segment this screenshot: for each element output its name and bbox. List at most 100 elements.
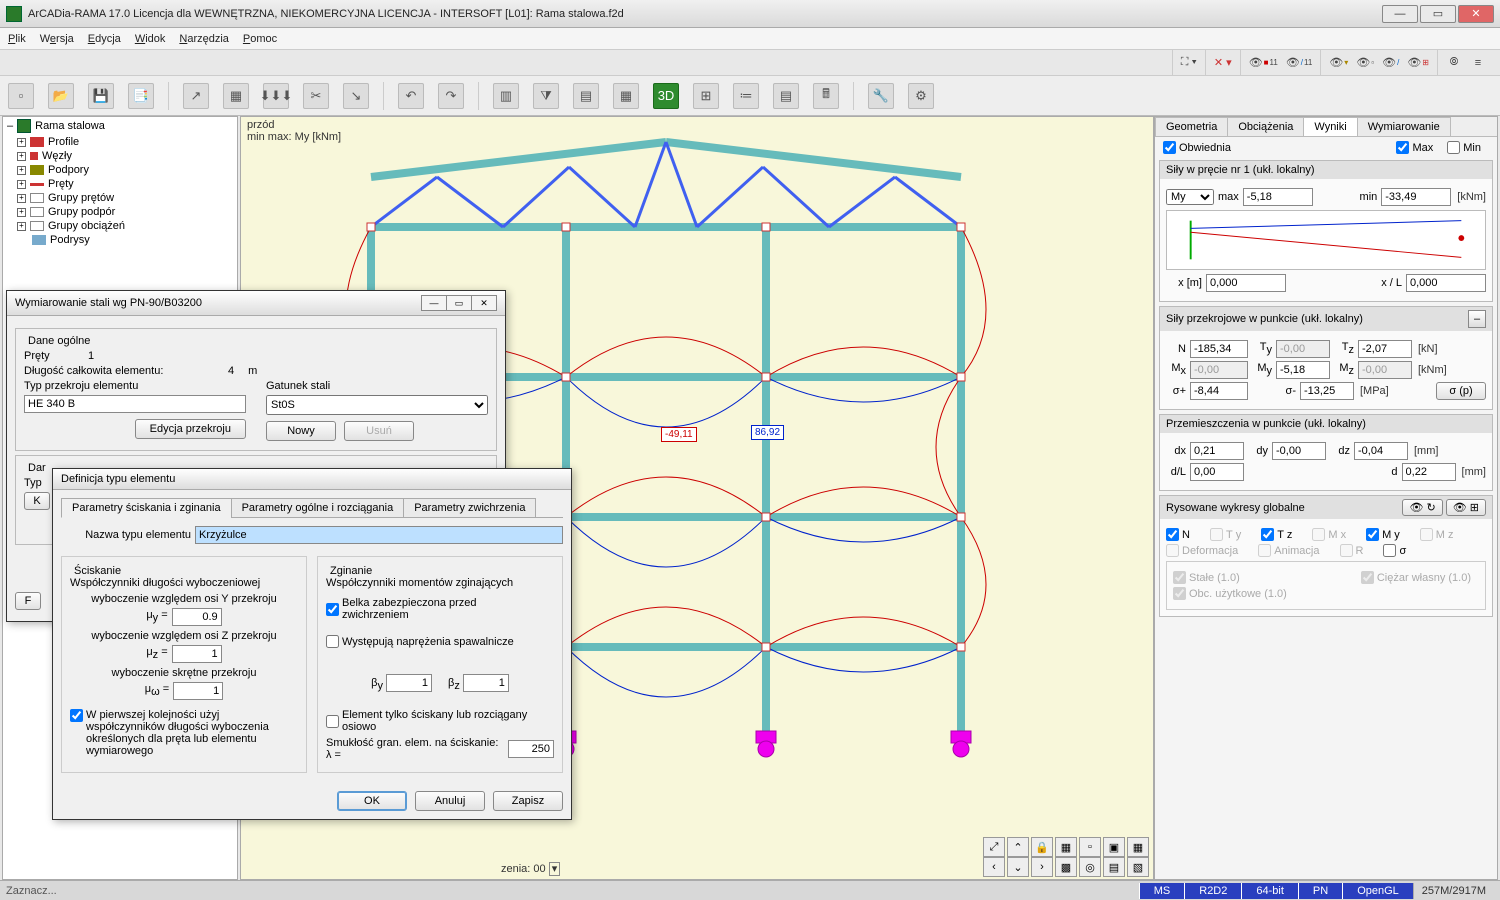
nav-right-icon[interactable]: › — [1031, 857, 1053, 877]
steel-grade-select[interactable]: St0S — [266, 395, 488, 415]
force-select[interactable]: My — [1166, 189, 1214, 205]
filter-icon[interactable]: ⧩ — [533, 83, 559, 109]
matrix-icon[interactable]: ⊞ — [693, 83, 719, 109]
grid-icon[interactable]: ▥ — [493, 83, 519, 109]
dtab-2[interactable]: Parametry ogólne i rozciągania — [231, 498, 405, 518]
align-icon[interactable]: ≔ — [733, 83, 759, 109]
cut-icon[interactable]: ✂ — [303, 83, 329, 109]
close-button[interactable]: ✕ — [1458, 5, 1494, 23]
menu-wersja[interactable]: Wersja — [40, 33, 74, 45]
dtab-3[interactable]: Parametry zwichrzenia — [403, 498, 536, 518]
menu-pomoc[interactable]: Pomoc — [243, 33, 277, 45]
max-check[interactable]: Max — [1396, 141, 1433, 154]
table1-icon[interactable]: ▤ — [573, 83, 599, 109]
sigma-button[interactable]: σ (p) — [1436, 382, 1486, 400]
tool-coord-icon[interactable]: ↘ — [343, 83, 369, 109]
n-input[interactable] — [1190, 340, 1248, 358]
min-check[interactable]: Min — [1447, 141, 1481, 154]
tree-item[interactable]: Grupy podpór — [48, 206, 115, 218]
use-coeff-check[interactable]: W pierwszej kolejności użyj współczynnik… — [70, 709, 276, 757]
nav-down-icon[interactable]: ⌄ — [1007, 857, 1029, 877]
nav-left-icon[interactable]: ‹ — [983, 857, 1005, 877]
tree-item[interactable]: Grupy obciążeń — [48, 220, 125, 232]
edit-section-button[interactable]: Edycja przekroju — [135, 419, 246, 439]
tree-item[interactable]: Podrysy — [50, 234, 90, 246]
menu-plik[interactable]: Plik — [8, 33, 26, 45]
min-input[interactable] — [1381, 188, 1451, 206]
xm-input[interactable] — [1206, 274, 1286, 292]
eye-blue-icon[interactable]: 👁/11 — [1282, 53, 1317, 73]
dtab-1[interactable]: Parametry ściskania i zginania — [61, 498, 232, 518]
section-type-input[interactable] — [24, 395, 246, 413]
view-d-icon[interactable]: ▩ — [1055, 857, 1077, 877]
eye-4-icon[interactable]: 👁⊞ — [1403, 53, 1433, 73]
view-c-icon[interactable]: ▦ — [1127, 837, 1149, 857]
3d-icon[interactable]: 3D — [653, 83, 679, 109]
view-up-icon[interactable]: ⌃ — [1007, 837, 1029, 857]
tab-wymiarowanie[interactable]: Wymiarowanie — [1357, 117, 1451, 136]
maximize-button[interactable]: ▭ — [1420, 5, 1456, 23]
beam-secured-check[interactable]: Belka zabezpieczona przed zwichrzeniem — [326, 597, 546, 621]
f-button[interactable]: F — [15, 592, 41, 610]
tab-obciazenia[interactable]: Obciążenia — [1227, 117, 1304, 136]
report-icon[interactable]: ▤ — [773, 83, 799, 109]
tree-item[interactable]: Grupy prętów — [48, 192, 114, 204]
chk-my[interactable]: My — [1366, 528, 1400, 541]
collapse-icon[interactable]: ≡ — [1466, 53, 1490, 73]
settings-icon[interactable]: ⚙ — [908, 83, 934, 109]
xl-input[interactable] — [1406, 274, 1486, 292]
dlg-close-icon[interactable]: ✕ — [471, 295, 497, 311]
cancel-button[interactable]: Anuluj — [415, 791, 485, 811]
tree-item[interactable]: Pręty — [48, 178, 74, 190]
table2-icon[interactable]: ▦ — [613, 83, 639, 109]
view-b-icon[interactable]: ▣ — [1103, 837, 1125, 857]
dz-input[interactable] — [1354, 442, 1408, 460]
redo-icon[interactable]: ↷ — [438, 83, 464, 109]
bz-input[interactable] — [463, 674, 509, 692]
sm-input[interactable] — [1300, 382, 1354, 400]
tree-item[interactable]: Podpory — [48, 164, 89, 176]
tree-item[interactable]: Profile — [48, 136, 79, 148]
wrench-icon[interactable]: 🔧 — [868, 83, 894, 109]
eye-3-icon[interactable]: 👁/ — [1378, 53, 1403, 73]
chk-sigma[interactable]: σ — [1383, 544, 1406, 557]
eye-1-icon[interactable]: 👁▾ — [1325, 53, 1352, 73]
new-icon[interactable]: ▫ — [8, 83, 34, 109]
muz-input[interactable] — [172, 645, 222, 663]
view-a-icon[interactable]: ▫ — [1079, 837, 1101, 857]
scale-icon[interactable]: ⛶ ▾ — [1177, 53, 1201, 73]
calc-icon[interactable]: 🖩 — [813, 83, 839, 109]
view-g-icon[interactable]: ▧ — [1127, 857, 1149, 877]
menu-edycja[interactable]: Edycja — [88, 33, 121, 45]
section-collapse-icon[interactable]: – — [1468, 310, 1486, 328]
open-icon[interactable]: 📂 — [48, 83, 74, 109]
element-name-input[interactable] — [195, 526, 563, 544]
view-grid-icon[interactable]: ▦ — [1055, 837, 1077, 857]
dlg-min-icon[interactable]: — — [421, 295, 447, 311]
tab-geometria[interactable]: Geometria — [1155, 117, 1228, 136]
chk-n[interactable]: N — [1166, 528, 1190, 541]
k-button[interactable]: K — [24, 492, 50, 510]
muy-input[interactable] — [172, 608, 222, 626]
view-fit-icon[interactable]: ⤢ — [983, 837, 1005, 857]
menu-widok[interactable]: Widok — [135, 33, 166, 45]
save-icon[interactable]: 💾 — [88, 83, 114, 109]
dlg-max-icon[interactable]: ▭ — [446, 295, 472, 311]
saveas-icon[interactable]: 📑 — [128, 83, 154, 109]
view-lock-icon[interactable]: 🔒 — [1031, 837, 1053, 857]
chart-btn-1[interactable]: 👁 ↻ — [1402, 499, 1442, 516]
by-input[interactable] — [386, 674, 432, 692]
ok-button[interactable]: OK — [337, 791, 407, 811]
tree-root-label[interactable]: Rama stalowa — [35, 120, 105, 132]
tool-loads-icon[interactable]: ⬇⬇⬇ — [263, 83, 289, 109]
lambda-input[interactable] — [508, 740, 554, 758]
view-e-icon[interactable]: ◎ — [1079, 857, 1101, 877]
new-button[interactable]: Nowy — [266, 421, 336, 441]
max-input[interactable] — [1243, 188, 1313, 206]
undo-icon[interactable]: ↶ — [398, 83, 424, 109]
expand-icon[interactable]: ⦾ — [1442, 53, 1466, 73]
chk-tz[interactable]: Tz — [1261, 528, 1292, 541]
sp-input[interactable] — [1190, 382, 1248, 400]
tz-input[interactable] — [1358, 340, 1412, 358]
chart-btn-2[interactable]: 👁 ⊞ — [1446, 499, 1486, 516]
